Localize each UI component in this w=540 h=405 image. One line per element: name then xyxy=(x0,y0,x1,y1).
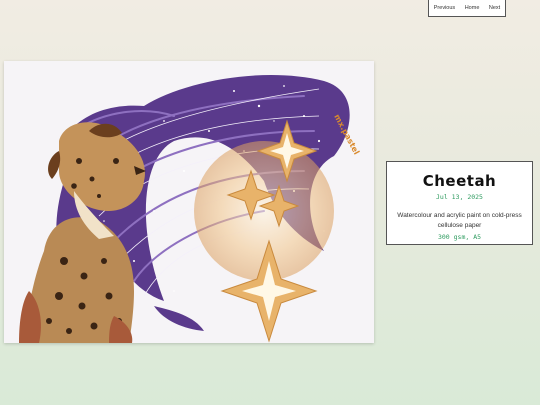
artwork-info-card: Cheetah Jul 13, 2025 Watercolour and acr… xyxy=(386,161,533,245)
artwork-title: Cheetah xyxy=(422,172,497,190)
artwork-image: mx.pastel xyxy=(4,61,374,343)
home-link[interactable]: Home xyxy=(465,5,480,11)
artwork-date: Jul 13, 2025 xyxy=(436,193,483,201)
next-link[interactable]: Next xyxy=(489,5,500,11)
top-navigation: Previous Home Next xyxy=(428,0,506,17)
artwork-size: 300 gsm, A5 xyxy=(437,233,482,241)
previous-link[interactable]: Previous xyxy=(434,5,455,11)
artwork-medium: Watercolour and acrylic paint on cold-pr… xyxy=(397,212,522,229)
